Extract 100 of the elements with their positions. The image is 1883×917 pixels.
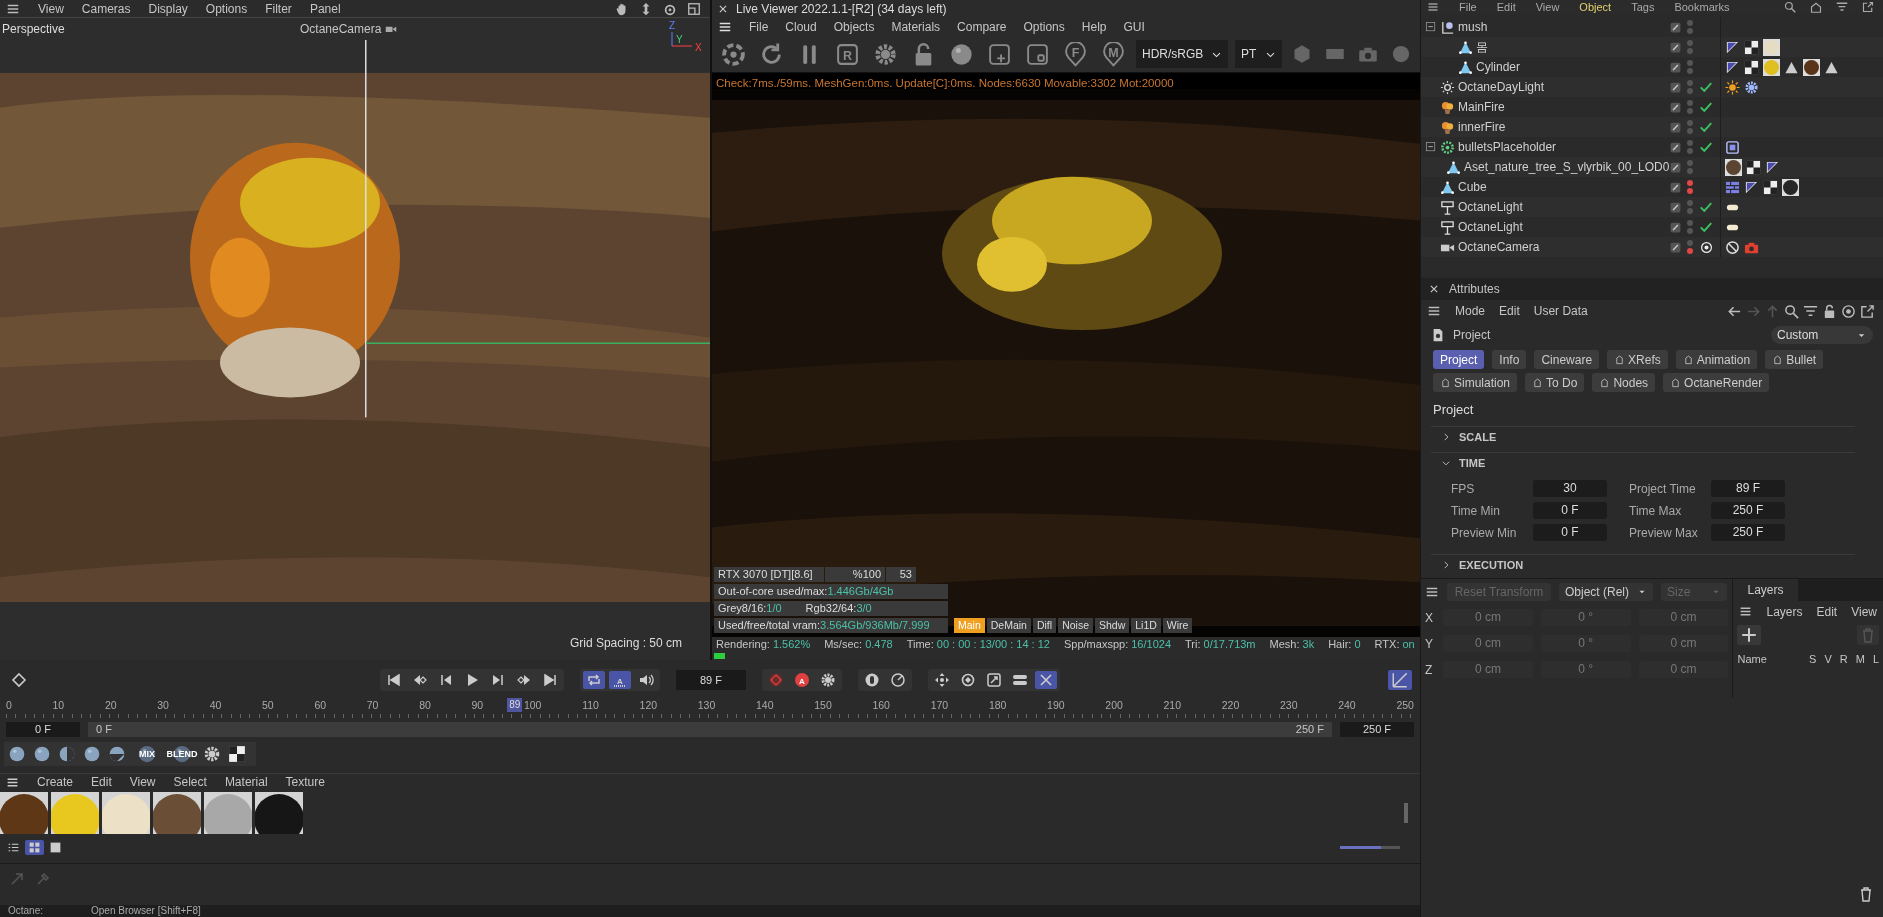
- pass-tab[interactable]: DeMain: [986, 618, 1031, 633]
- dropdown[interactable]: HDR/sRGB: [1136, 40, 1228, 68]
- info-text: Grey8/16:1/0: [718, 601, 782, 617]
- tab[interactable]: Animation: [1675, 350, 1758, 369]
- object-name[interactable]: OctaneLight: [1458, 218, 1523, 236]
- playhead[interactable]: 89: [507, 698, 523, 712]
- menu-item[interactable]: Edit: [1816, 602, 1838, 621]
- pass-tab[interactable]: Shdw: [1095, 618, 1130, 633]
- number-field[interactable]: 250 F: [1711, 524, 1785, 541]
- dropdown[interactable]: PT: [1235, 40, 1282, 68]
- group-header[interactable]: TIME: [1459, 454, 1486, 472]
- column-header[interactable]: M: [1855, 650, 1865, 667]
- menu-item[interactable]: Material: [224, 773, 268, 791]
- menu-item[interactable]: User Data: [1533, 302, 1588, 320]
- object-name[interactable]: OctaneCamera: [1458, 238, 1540, 256]
- mode-dropdown[interactable]: Object (Rel): [1559, 582, 1653, 601]
- tab[interactable]: OctaneRender: [1663, 373, 1770, 392]
- number-field[interactable]: 0 F: [1533, 502, 1607, 519]
- ruler-label: 200: [1105, 698, 1123, 713]
- object-name[interactable]: mush: [1458, 18, 1488, 36]
- tab[interactable]: Nodes: [1592, 373, 1656, 392]
- menu-item[interactable]: Texture: [285, 773, 325, 791]
- axis-label: Y: [1425, 635, 1434, 653]
- object-name[interactable]: Cube: [1458, 178, 1487, 196]
- camera-name[interactable]: OctaneCamera: [300, 20, 382, 38]
- menu-item[interactable]: Options: [1023, 17, 1065, 36]
- pass-tab[interactable]: Difl: [1032, 618, 1057, 633]
- menu-item[interactable]: View: [38, 0, 64, 18]
- menu-item[interactable]: Create: [37, 773, 74, 791]
- menu-item[interactable]: View: [1851, 602, 1877, 621]
- number-field[interactable]: 250 F: [1711, 502, 1785, 519]
- object-name[interactable]: OctaneLight: [1458, 198, 1523, 216]
- ruler-label: 20: [104, 698, 117, 713]
- object-name[interactable]: MainFire: [1458, 98, 1505, 116]
- menu-item[interactable]: Panel: [309, 0, 341, 18]
- menu-item[interactable]: Select: [173, 773, 207, 791]
- tab[interactable]: Simulation: [1433, 373, 1518, 392]
- tab[interactable]: To Do: [1525, 373, 1585, 392]
- menu-item[interactable]: File: [749, 17, 769, 36]
- menu-item[interactable]: Mode: [1455, 302, 1486, 320]
- column-header[interactable]: L: [1872, 650, 1879, 667]
- menu-item[interactable]: Filter: [265, 0, 292, 18]
- column-header[interactable]: S: [1809, 650, 1817, 667]
- ruler-label: 0: [6, 698, 12, 713]
- pass-tab[interactable]: Li1D: [1131, 618, 1161, 633]
- material-button[interactable]: MIX: [130, 743, 164, 765]
- ruler-label: 80: [419, 698, 431, 713]
- material-button[interactable]: BLEND: [165, 743, 199, 765]
- tab[interactable]: Info: [1492, 350, 1527, 369]
- menu-item[interactable]: GUI: [1123, 17, 1145, 36]
- menu-item[interactable]: File: [1459, 0, 1477, 16]
- tab[interactable]: Bullet: [1765, 350, 1824, 369]
- start-field[interactable]: 0 F: [6, 722, 80, 737]
- menu-item[interactable]: Edit: [1496, 0, 1516, 16]
- menu-item[interactable]: Cloud: [785, 17, 817, 36]
- axis-gizmo: Z Y X: [664, 20, 704, 56]
- status-text: Tri: 0/17.713m: [1185, 637, 1256, 653]
- menu-item[interactable]: Tags: [1631, 0, 1655, 16]
- object-name[interactable]: innerFire: [1458, 118, 1506, 136]
- number-field[interactable]: 0 F: [1533, 524, 1607, 541]
- ruler-label: 230: [1279, 698, 1298, 713]
- ruler-label: 180: [988, 698, 1007, 713]
- menu-item[interactable]: Bookmarks: [1674, 0, 1730, 16]
- menu-item[interactable]: Objects: [833, 17, 875, 36]
- menu-item[interactable]: View: [1535, 0, 1560, 16]
- tab[interactable]: Project: [1433, 350, 1485, 369]
- menu-item[interactable]: Edit: [1499, 302, 1520, 320]
- field-label: Preview Min: [1451, 524, 1517, 542]
- object-name[interactable]: bulletsPlaceholder: [1458, 138, 1557, 156]
- object-name[interactable]: OctaneDayLight: [1458, 78, 1545, 96]
- tab[interactable]: XRefs: [1607, 350, 1668, 369]
- frame-field[interactable]: 89 F: [676, 670, 746, 690]
- status-text: Spp/maxspp: 16/1024: [1064, 637, 1171, 653]
- column-header[interactable]: Name: [1737, 650, 1767, 667]
- menu-item[interactable]: Help: [1081, 17, 1107, 36]
- column-header[interactable]: V: [1824, 650, 1832, 667]
- menu-item[interactable]: Display: [148, 0, 188, 18]
- menu-item[interactable]: Compare: [957, 17, 1007, 36]
- menu-item[interactable]: Edit: [91, 773, 112, 791]
- menu-item[interactable]: Cameras: [81, 0, 131, 18]
- tab[interactable]: Layers: [1733, 578, 1798, 601]
- column-header[interactable]: R: [1839, 650, 1848, 667]
- menu-item[interactable]: Options: [205, 0, 248, 18]
- pass-tab[interactable]: Noise: [1058, 618, 1093, 633]
- number-field[interactable]: 30: [1533, 480, 1607, 497]
- pass-tab[interactable]: Wire: [1162, 618, 1193, 633]
- number-field[interactable]: 89 F: [1711, 480, 1785, 497]
- object-name[interactable]: 몸: [1476, 38, 1488, 56]
- menu-item[interactable]: Object: [1579, 0, 1612, 16]
- range-slider[interactable]: 0 F 250 F: [88, 722, 1332, 737]
- menu-item[interactable]: View: [129, 773, 156, 791]
- menu-item[interactable]: Layers: [1766, 602, 1803, 621]
- preset-dropdown[interactable]: Custom: [1771, 326, 1873, 344]
- menu-item[interactable]: Materials: [891, 17, 941, 36]
- object-name[interactable]: Cylinder: [1476, 58, 1520, 76]
- end-field[interactable]: 250 F: [1340, 722, 1414, 737]
- ruler-label: 30: [157, 698, 169, 713]
- group-header[interactable]: EXECUTION: [1459, 556, 1524, 574]
- group-header[interactable]: SCALE: [1459, 428, 1497, 446]
- tab[interactable]: Cineware: [1534, 350, 1600, 369]
